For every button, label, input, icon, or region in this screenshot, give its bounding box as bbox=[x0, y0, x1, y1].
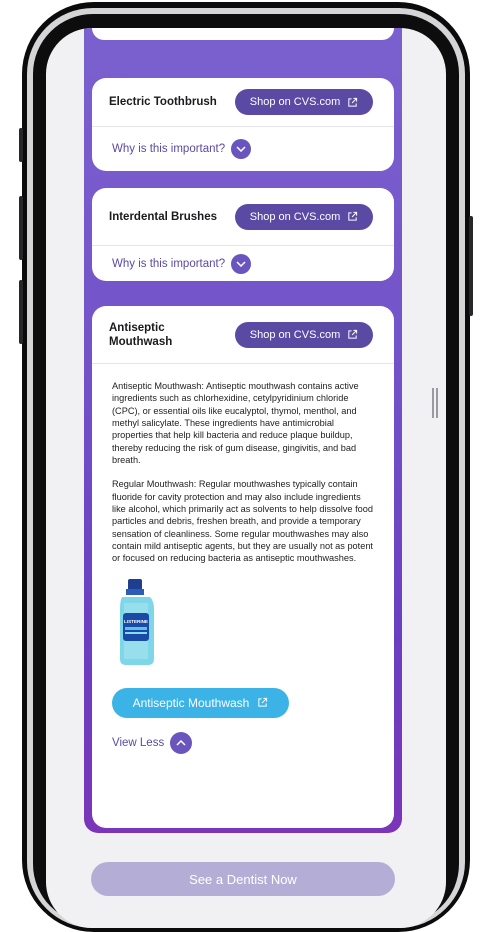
see-dentist-button[interactable]: See a Dentist Now bbox=[91, 862, 395, 896]
external-link-icon bbox=[258, 698, 268, 707]
power-button bbox=[469, 216, 473, 316]
previous-card-bottom bbox=[92, 28, 394, 40]
chevron-down-icon bbox=[231, 254, 252, 274]
description-paragraph: Regular Mouthwash: Regular mouthwashes t… bbox=[112, 479, 373, 564]
external-link-icon bbox=[348, 329, 358, 339]
scroll-handle-icon[interactable] bbox=[432, 388, 438, 418]
app-screen: Electric Toothbrush Shop on CVS.com Why … bbox=[46, 28, 446, 928]
why-important-label: Why is this important? bbox=[112, 143, 226, 155]
shop-cvs-button[interactable]: Shop on CVS.com bbox=[235, 89, 373, 115]
external-link-icon bbox=[348, 211, 358, 221]
why-important-toggle[interactable]: Why is this important? bbox=[92, 127, 394, 171]
bottle-label: LISTERINE bbox=[124, 619, 148, 624]
card-title: Antiseptic Mouthwash bbox=[109, 321, 173, 348]
card-header: Interdental Brushes Shop on CVS.com bbox=[92, 188, 394, 246]
shop-cvs-button[interactable]: Shop on CVS.com bbox=[235, 321, 373, 348]
description-paragraph: Antiseptic Mouthwash: Antiseptic mouthwa… bbox=[112, 381, 359, 466]
why-important-label: Why is this important? bbox=[112, 258, 226, 270]
why-important-toggle[interactable]: Why is this important? bbox=[92, 246, 394, 281]
chevron-up-icon bbox=[170, 731, 193, 754]
product-description: Antiseptic Mouthwash: Antiseptic mouthwa… bbox=[92, 364, 394, 565]
antiseptic-mouthwash-link-button[interactable]: Antiseptic Mouthwash bbox=[112, 687, 289, 718]
shop-button-label: Shop on CVS.com bbox=[249, 96, 341, 108]
mute-switch bbox=[19, 128, 23, 162]
card-title: Electric Toothbrush bbox=[109, 96, 217, 108]
shop-cvs-button[interactable]: Shop on CVS.com bbox=[235, 203, 373, 230]
card-electric-toothbrush: Electric Toothbrush Shop on CVS.com Why … bbox=[92, 78, 394, 171]
external-link-icon bbox=[348, 97, 358, 107]
product-button-label: Antiseptic Mouthwash bbox=[132, 695, 250, 710]
chevron-down-icon bbox=[231, 139, 252, 159]
shop-button-label: Shop on CVS.com bbox=[249, 328, 341, 341]
recommendations-panel: Electric Toothbrush Shop on CVS.com Why … bbox=[84, 28, 402, 833]
volume-down-button bbox=[19, 280, 23, 344]
volume-up-button bbox=[19, 196, 23, 260]
card-header: Electric Toothbrush Shop on CVS.com bbox=[92, 78, 394, 127]
card-antiseptic-mouthwash: Antiseptic Mouthwash Shop on CVS.com Ant… bbox=[92, 306, 394, 828]
shop-button-label: Shop on CVS.com bbox=[249, 210, 341, 223]
card-title: Interdental Brushes bbox=[109, 210, 217, 223]
card-interdental-brushes: Interdental Brushes Shop on CVS.com Why … bbox=[92, 188, 394, 281]
view-less-toggle[interactable]: View Less bbox=[112, 731, 394, 754]
mouthwash-bottle-image: LISTERINE bbox=[120, 578, 154, 665]
view-less-label: View Less bbox=[112, 736, 165, 749]
card-header: Antiseptic Mouthwash Shop on CVS.com bbox=[92, 306, 394, 364]
